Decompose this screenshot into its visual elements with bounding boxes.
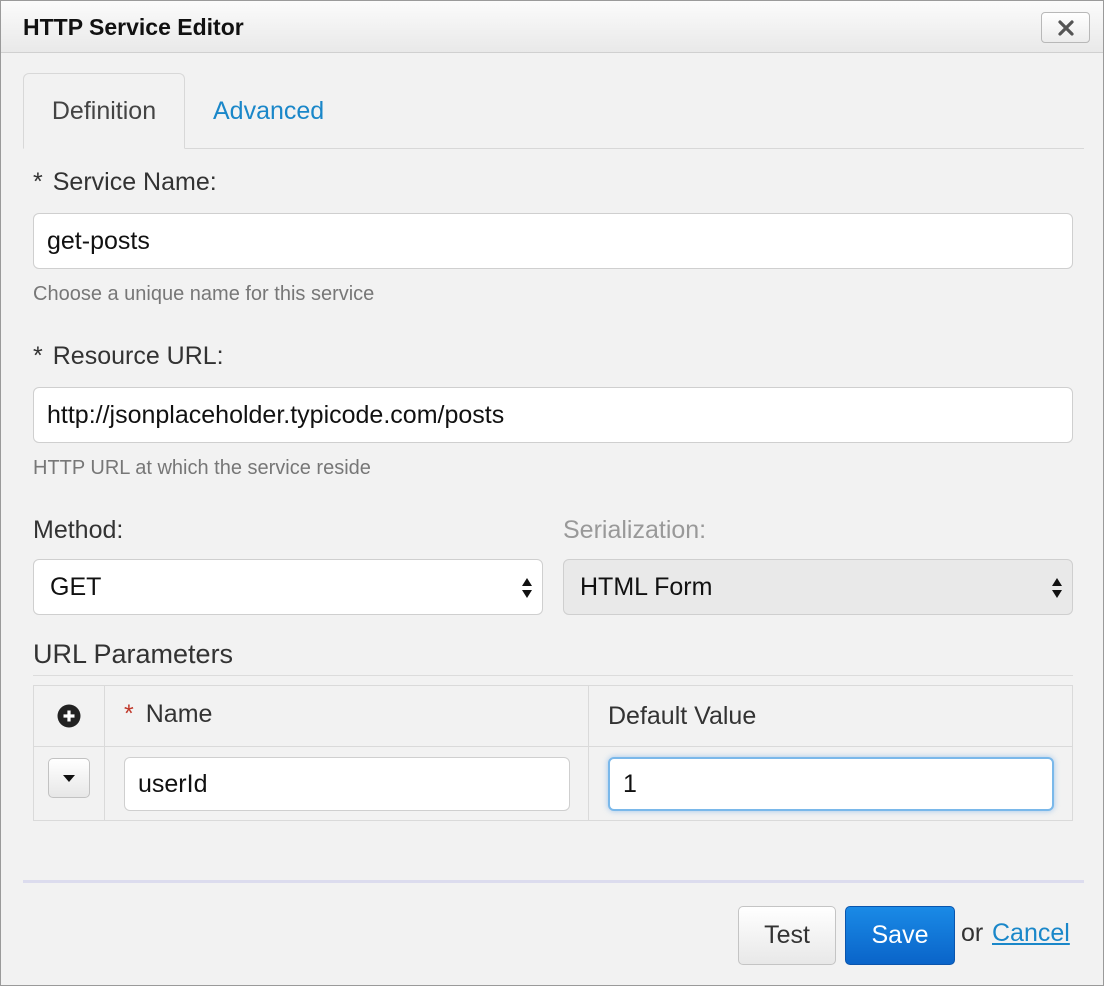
url-parameters-title: URL Parameters xyxy=(33,639,234,669)
or-text: or xyxy=(961,919,984,947)
tab-definition[interactable]: Definition xyxy=(23,73,185,149)
row-menu-button[interactable] xyxy=(48,758,90,798)
default-value-column-header: Default Value xyxy=(608,702,757,730)
method-select[interactable]: GET xyxy=(33,559,543,615)
select-arrows-icon xyxy=(1052,578,1062,598)
close-button[interactable] xyxy=(1041,12,1090,43)
required-mark: * xyxy=(33,342,43,370)
serialization-select-value: HTML Form xyxy=(580,572,713,601)
tab-advanced[interactable]: Advanced xyxy=(213,73,333,149)
name-column-header-text: Name xyxy=(145,700,213,728)
required-mark: * xyxy=(33,168,43,196)
serialization-label: Serialization: xyxy=(563,516,707,544)
url-parameters-table: * Name Default Value userId 1 xyxy=(33,685,1073,821)
service-name-label: * Service Name: xyxy=(33,168,217,197)
service-name-input[interactable]: get-posts xyxy=(33,213,1073,269)
plus-circle-icon[interactable] xyxy=(57,704,81,728)
resource-url-input[interactable]: http://jsonplaceholder.typicode.com/post… xyxy=(33,387,1073,443)
method-select-value: GET xyxy=(50,572,102,601)
param-name-input[interactable]: userId xyxy=(124,757,570,811)
resource-url-help: HTTP URL at which the service reside xyxy=(33,457,371,479)
resource-url-label-text: Resource URL: xyxy=(52,342,224,370)
service-name-help: Choose a unique name for this service xyxy=(33,283,375,305)
http-service-editor-dialog: HTTP Service Editor Definition Advanced … xyxy=(0,0,1104,986)
close-icon xyxy=(1057,19,1074,36)
required-mark: * xyxy=(124,700,134,728)
resource-url-label: * Resource URL: xyxy=(33,342,224,371)
name-column-header: * Name xyxy=(124,700,212,729)
url-parameters-divider xyxy=(33,675,1073,676)
table-divider xyxy=(588,686,589,820)
test-button[interactable]: Test xyxy=(738,906,836,965)
service-name-label-text: Service Name: xyxy=(52,168,217,196)
footer-divider xyxy=(23,880,1084,883)
param-default-value-input[interactable]: 1 xyxy=(608,757,1054,811)
caret-down-icon xyxy=(63,774,75,782)
select-arrows-icon xyxy=(522,578,532,598)
save-button[interactable]: Save xyxy=(845,906,955,965)
table-divider xyxy=(104,686,105,820)
serialization-select[interactable]: HTML Form xyxy=(563,559,1073,615)
table-header-divider xyxy=(34,746,1072,747)
dialog-titlebar: HTTP Service Editor xyxy=(1,1,1103,53)
cancel-link[interactable]: Cancel xyxy=(992,919,1070,948)
dialog-title: HTTP Service Editor xyxy=(23,14,244,40)
method-label: Method: xyxy=(33,516,124,544)
